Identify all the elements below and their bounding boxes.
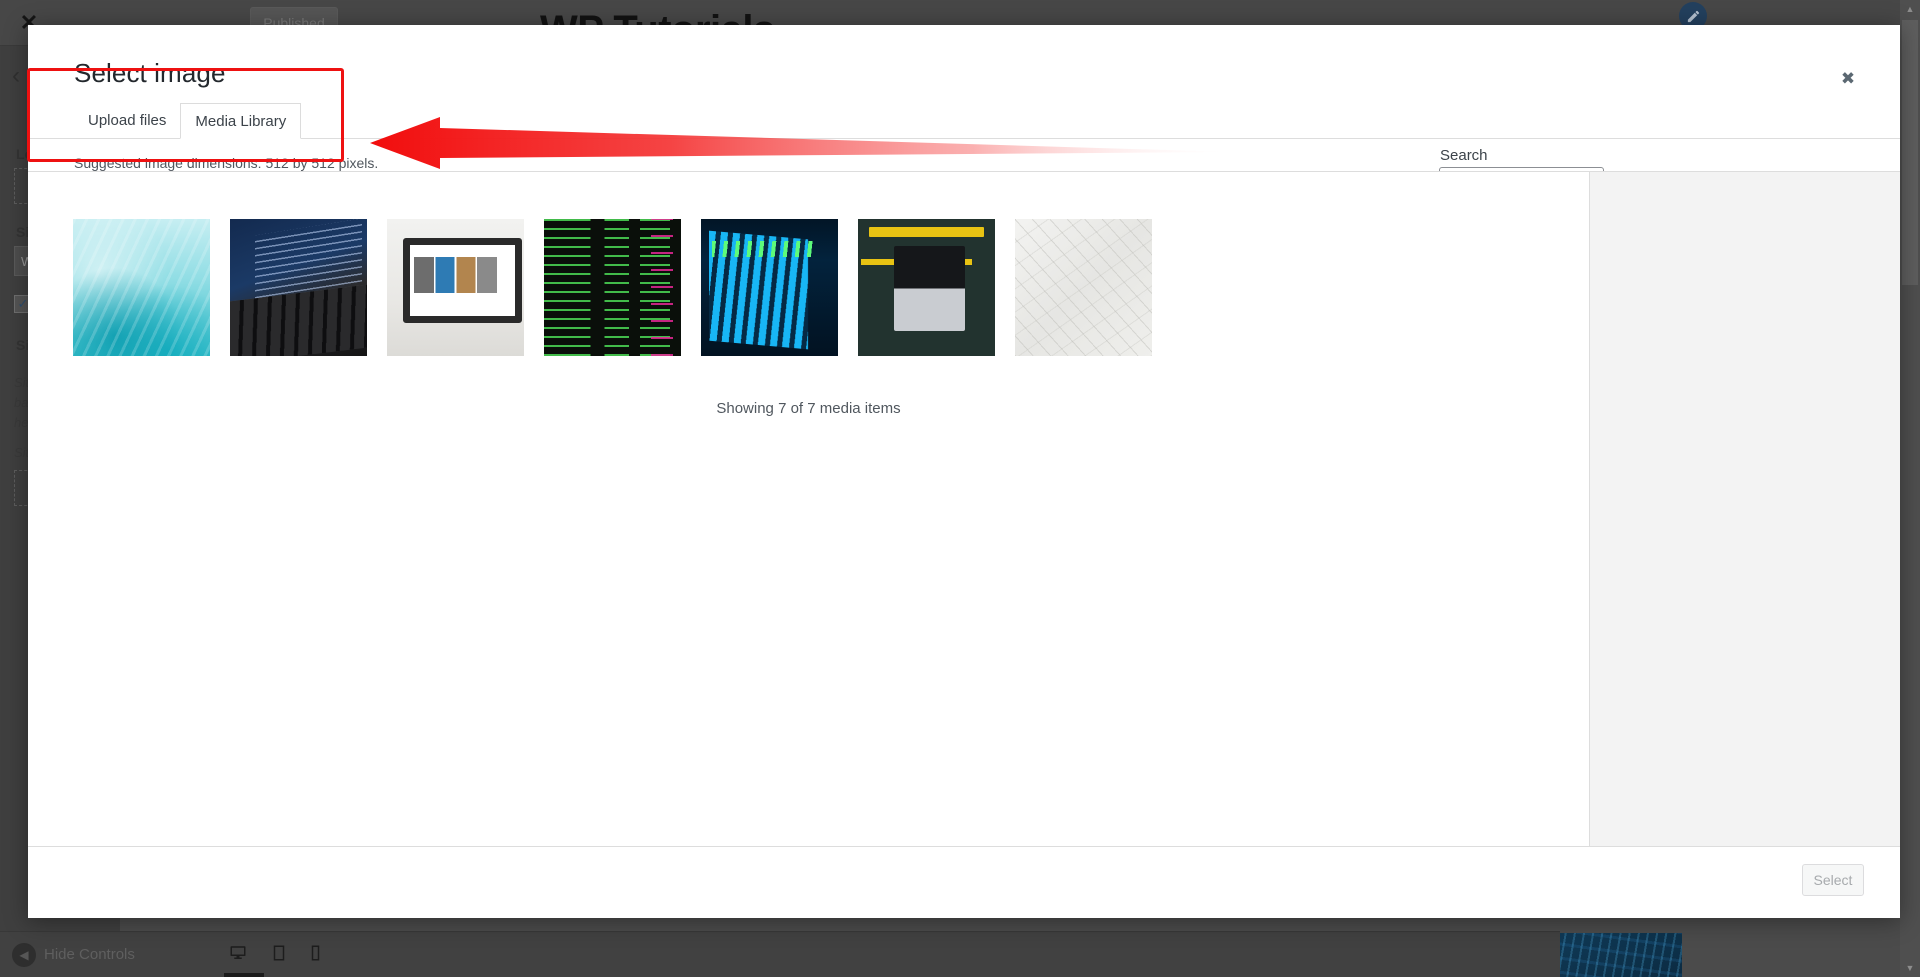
media-item-white-plaster-texture[interactable] [1015, 219, 1152, 356]
media-item-dark-code-editor[interactable] [544, 219, 681, 356]
customizer-bottom-bar: ◀ Hide Controls [0, 931, 1560, 977]
media-item-watercolor-texture[interactable] [73, 219, 210, 356]
close-icon[interactable]: ✖ [1832, 63, 1864, 95]
media-details-sidebar [1589, 171, 1900, 878]
tablet-icon[interactable] [272, 944, 286, 967]
chevron-left-circle-icon[interactable]: ◀ [12, 943, 36, 967]
media-item-monitor-gallery[interactable] [387, 219, 524, 356]
media-attachments-region: Showing 7 of 7 media items [28, 171, 1589, 878]
media-item-server-racks[interactable] [701, 219, 838, 356]
modal-header-divider [28, 138, 1900, 139]
select-button[interactable]: Select [1802, 864, 1864, 896]
media-thumbnail-grid [73, 219, 1152, 356]
media-router-tabs: Upload files Media Library [74, 103, 302, 139]
device-preview-switcher[interactable] [228, 944, 321, 967]
tab-upload-files[interactable]: Upload files [74, 103, 180, 138]
scroll-up-icon[interactable]: ▲ [1900, 0, 1920, 18]
modal-title: Select image [74, 58, 226, 88]
desktop-icon[interactable] [228, 944, 248, 967]
mobile-icon[interactable] [310, 944, 321, 967]
window-scrollbar[interactable]: ▲ ▼ [1900, 0, 1920, 977]
tab-media-library[interactable]: Media Library [180, 103, 302, 139]
scrollbar-thumb[interactable] [1902, 20, 1918, 285]
media-item-laptop-with-code[interactable] [230, 219, 367, 356]
search-label: Search [1440, 147, 1488, 164]
sidebar-back-chevron-icon[interactable]: ‹ [12, 62, 20, 90]
device-active-indicator [224, 973, 264, 977]
scroll-down-icon[interactable]: ▼ [1900, 959, 1920, 977]
hide-controls-label[interactable]: Hide Controls [44, 946, 135, 963]
modal-footer-toolbar: Select [28, 846, 1900, 918]
media-items-count: Showing 7 of 7 media items [716, 400, 901, 417]
suggested-dimensions-text: Suggested image dimensions: 512 by 512 p… [74, 155, 379, 171]
select-image-modal: Select image ✖ Upload files Media Librar… [28, 25, 1900, 918]
media-item-laptop-with-tools[interactable] [858, 219, 995, 356]
